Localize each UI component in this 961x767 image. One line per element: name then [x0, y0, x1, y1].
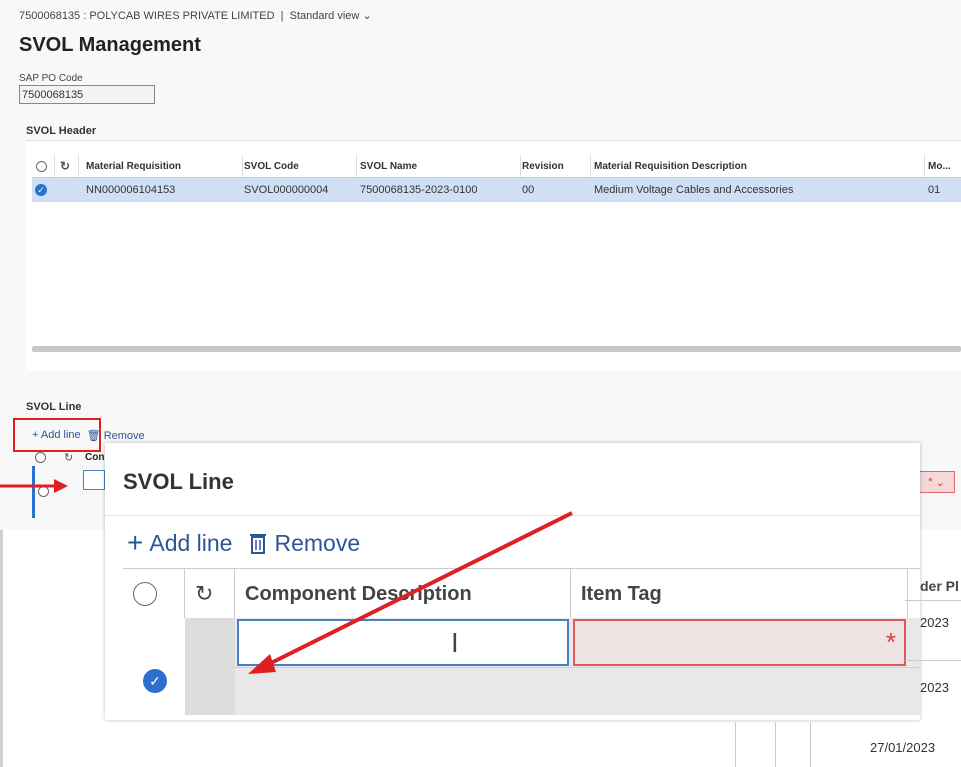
arrow-annotation-diagonal	[248, 511, 573, 674]
